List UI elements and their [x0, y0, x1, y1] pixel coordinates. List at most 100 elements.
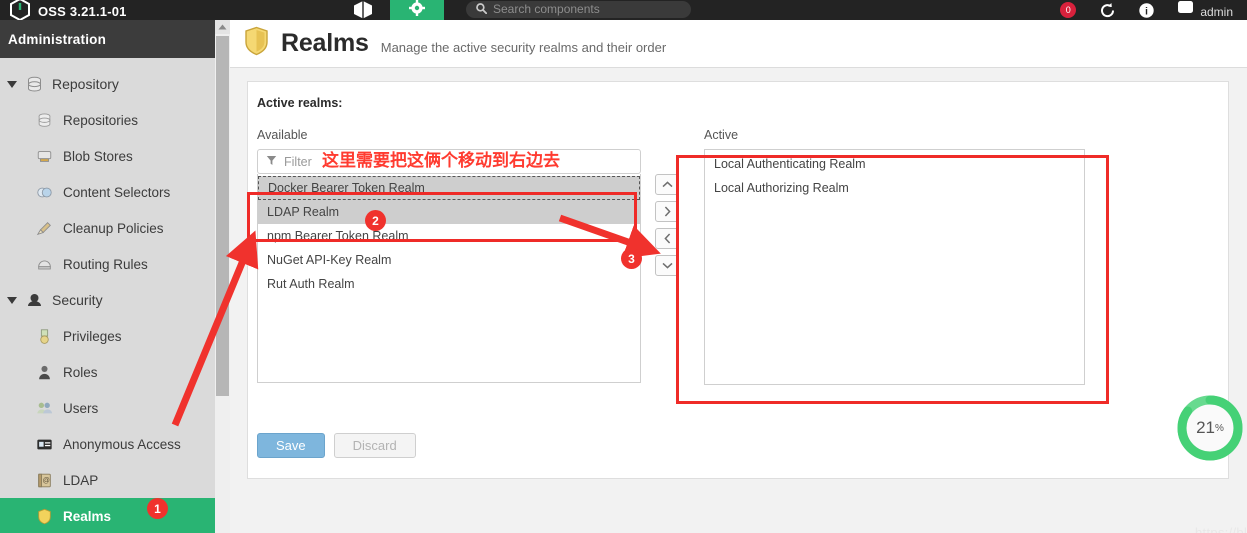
box-package-icon	[353, 0, 373, 19]
list-item-label: Rut Auth Realm	[267, 277, 355, 291]
list-item[interactable]: npm Bearer Token Realm	[258, 224, 640, 248]
refresh-icon[interactable]	[1099, 2, 1116, 19]
active-column: Active Local Authenticating Realm Local …	[704, 128, 1085, 385]
tab-browse[interactable]	[336, 0, 390, 20]
move-left-button[interactable]	[655, 228, 679, 249]
sidebar-item-ldap[interactable]: @ LDAP	[0, 462, 230, 498]
transfer-widget: Available Filter Docker Bearer Token Rea…	[248, 110, 1228, 385]
sidebar-item-blob-stores[interactable]: Blob Stores	[0, 138, 230, 174]
sidebar-item-label: Users	[63, 400, 99, 416]
sidebar-item-realms[interactable]: Realms	[0, 498, 230, 533]
save-button[interactable]: Save	[257, 433, 325, 458]
list-item[interactable]: Rut Auth Realm	[258, 272, 640, 296]
move-up-button[interactable]	[655, 174, 679, 195]
list-item-label: Local Authenticating Realm	[714, 157, 866, 171]
brand-title: OSS 3.21.1-01	[38, 4, 127, 19]
sidebar-item-cleanup-policies[interactable]: Cleanup Policies	[0, 210, 230, 246]
notification-badge-icon[interactable]: 0	[1060, 2, 1077, 19]
sidebar-group-repository[interactable]: Repository	[0, 66, 230, 102]
shield-icon	[36, 508, 53, 525]
help-circle-icon[interactable]: i	[1138, 2, 1155, 19]
svg-text:@: @	[43, 476, 50, 484]
database-icon	[36, 112, 53, 129]
main-content: Realms Manage the active security realms…	[230, 20, 1247, 533]
sidebar-item-content-selectors[interactable]: Content Selectors	[0, 174, 230, 210]
filter-placeholder-text: Filter	[284, 154, 312, 169]
sidebar-item-label: Anonymous Access	[63, 436, 181, 452]
active-realms-label: Active realms:	[257, 96, 343, 110]
sidebar-item-label: LDAP	[63, 472, 99, 488]
search-placeholder-text: Search components	[493, 2, 600, 16]
sidebar-item-label: Repositories	[63, 112, 139, 128]
caret-up-icon[interactable]	[215, 20, 230, 34]
user-avatar-icon	[1177, 0, 1194, 19]
sidebar-item-privileges[interactable]: Privileges	[0, 318, 230, 354]
sidebar-item-label: Privileges	[63, 328, 122, 344]
roles-person-icon	[36, 364, 53, 381]
list-item-label: Local Authorizing Realm	[714, 181, 849, 195]
user-name-label: admin	[1200, 5, 1233, 19]
application-window: OSS 3.21.1-01 Search components 0 i admi…	[0, 0, 1247, 533]
content-selector-icon	[36, 184, 53, 201]
list-item[interactable]: Local Authenticating Realm	[705, 152, 1084, 176]
sidebar-item-label: Roles	[63, 364, 98, 380]
available-column: Available Filter Docker Bearer Token Rea…	[257, 128, 641, 385]
user-menu[interactable]: admin	[1177, 0, 1233, 19]
notification-count: 0	[1060, 2, 1077, 18]
sidebar-item-label: Routing Rules	[63, 256, 148, 272]
list-item-label: NuGet API-Key Realm	[267, 253, 392, 267]
medal-icon	[36, 328, 53, 345]
topbar-right-cluster: 0 i admin	[1060, 0, 1247, 20]
sidebar-item-roles[interactable]: Roles	[0, 354, 230, 390]
sidebar-scrollbar[interactable]	[215, 20, 230, 533]
routing-rules-icon	[36, 256, 53, 273]
page-title: Realms	[281, 29, 369, 57]
sidebar-item-label: Cleanup Policies	[63, 220, 164, 236]
available-label: Available	[257, 128, 308, 142]
tab-administration[interactable]	[390, 0, 444, 20]
watermark-text: https://blog.csdn.net/weixin_43122090	[1195, 525, 1247, 533]
svg-text:i: i	[1145, 6, 1148, 17]
available-list[interactable]: Docker Bearer Token Realm LDAP Realm npm…	[257, 174, 641, 383]
sidebar-scrollbar-thumb[interactable]	[216, 36, 229, 396]
filter-input[interactable]: Filter	[257, 149, 641, 174]
page-header: Realms Manage the active security realms…	[230, 20, 1247, 68]
sidebar-nav-list: Repository Repositories Blob Stores Cont…	[0, 58, 230, 533]
sidebar-item-label: Content Selectors	[63, 184, 171, 200]
sidebar-title: Administration	[0, 20, 230, 58]
sidebar-item-routing-rules[interactable]: Routing Rules	[0, 246, 230, 282]
list-item[interactable]: LDAP Realm	[258, 200, 640, 224]
sidebar-item-users[interactable]: Users	[0, 390, 230, 426]
sidebar-group-security[interactable]: Security	[0, 282, 230, 318]
database-icon	[25, 75, 44, 94]
top-tabs	[336, 0, 444, 20]
security-shield-icon	[25, 291, 44, 310]
active-label: Active	[704, 128, 739, 142]
gold-shield-icon	[244, 26, 269, 61]
list-item[interactable]: Local Authorizing Realm	[705, 176, 1084, 200]
sidebar-item-repositories[interactable]: Repositories	[0, 102, 230, 138]
users-group-icon	[36, 400, 53, 417]
ldap-book-icon: @	[36, 472, 53, 489]
sidebar: Administration Repository Repositories B…	[0, 20, 230, 533]
funnel-filter-icon	[266, 153, 277, 171]
sidebar-group-label: Security	[52, 292, 103, 308]
sidebar-item-anonymous-access[interactable]: Anonymous Access	[0, 426, 230, 462]
brand-area[interactable]: OSS 3.21.1-01	[0, 0, 230, 22]
list-item[interactable]: Docker Bearer Token Realm	[258, 176, 640, 200]
list-item-label: LDAP Realm	[267, 205, 340, 219]
search-input[interactable]: Search components	[466, 1, 691, 18]
list-item[interactable]: NuGet API-Key Realm	[258, 248, 640, 272]
active-list[interactable]: Local Authenticating Realm Local Authori…	[704, 149, 1085, 385]
move-right-button[interactable]	[655, 201, 679, 222]
list-item-label: Docker Bearer Token Realm	[268, 181, 425, 195]
move-down-button[interactable]	[655, 255, 679, 276]
blob-store-icon	[36, 148, 53, 165]
list-item-label: npm Bearer Token Realm	[267, 229, 409, 243]
search-icon	[476, 1, 488, 18]
page-subtitle: Manage the active security realms and th…	[380, 39, 667, 55]
discard-button[interactable]: Discard	[333, 433, 416, 458]
id-card-icon	[36, 436, 53, 453]
transfer-buttons	[655, 174, 679, 385]
chevron-down-icon	[7, 80, 17, 88]
